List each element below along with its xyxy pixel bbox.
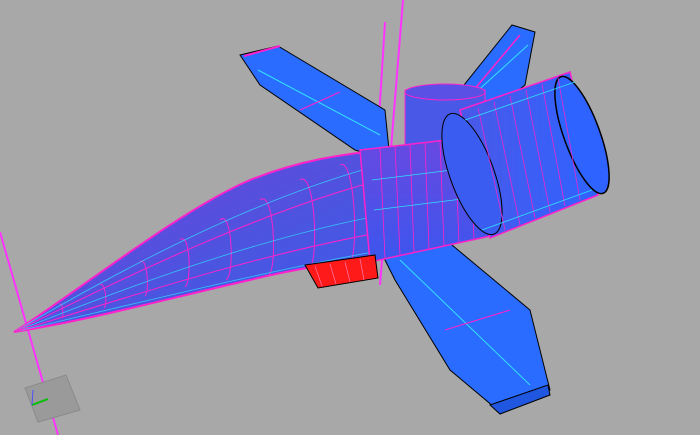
fuselage[interactable] bbox=[13, 148, 387, 333]
wing-upper-left[interactable] bbox=[239, 45, 391, 161]
view-cube[interactable] bbox=[24, 374, 81, 423]
wing-lower-right[interactable] bbox=[379, 234, 551, 415]
missile-3d-model[interactable] bbox=[0, 0, 700, 435]
3d-viewport[interactable] bbox=[0, 0, 700, 435]
